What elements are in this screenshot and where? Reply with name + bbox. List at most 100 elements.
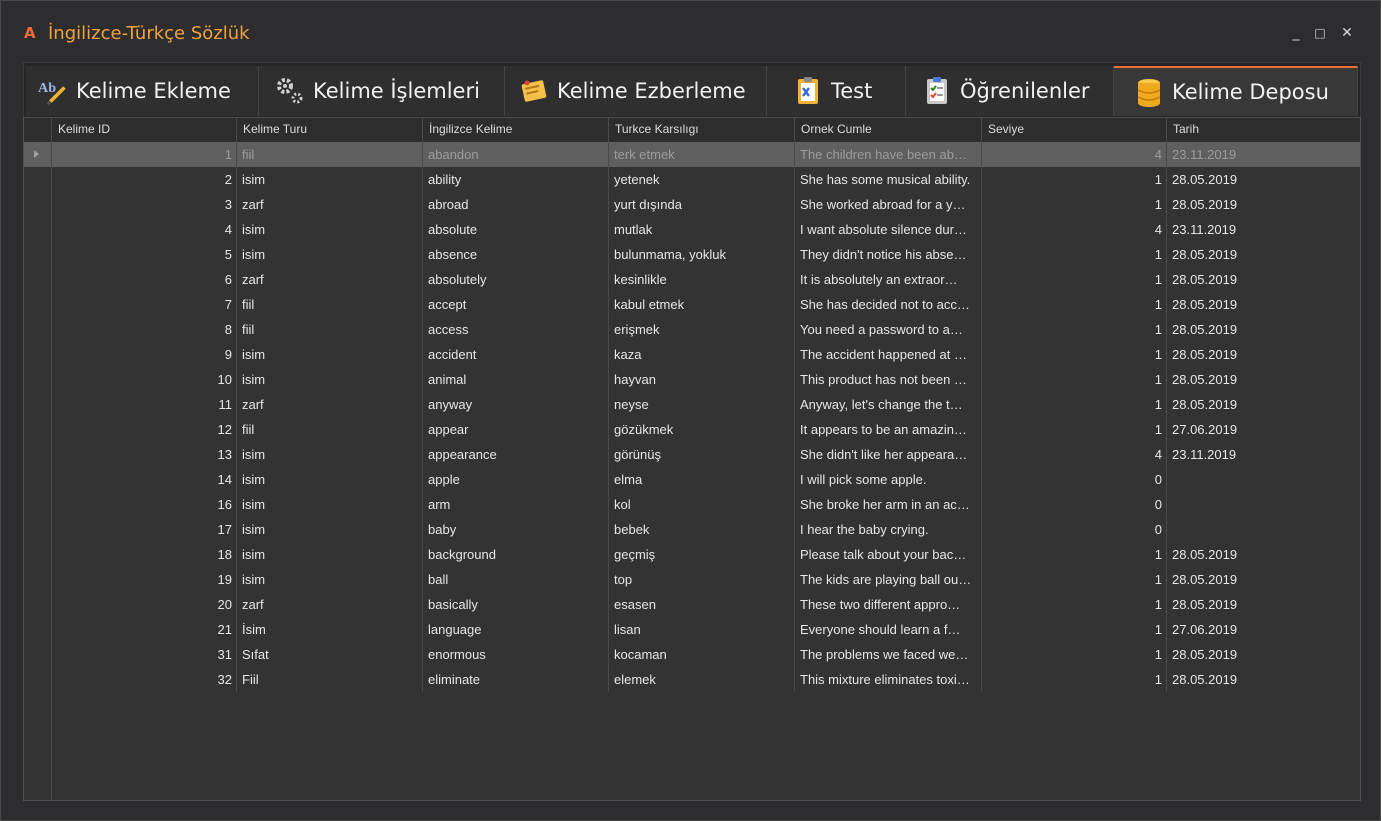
table-cell[interactable]: The accident happened at …	[794, 342, 981, 367]
table-row[interactable]: 4 isim absolute mutlak I want absolute sile…	[24, 217, 1360, 242]
table-cell[interactable]: 1	[981, 542, 1166, 567]
table-cell[interactable]: 28.05.2019	[1166, 392, 1360, 417]
table-cell[interactable]: 17	[51, 517, 236, 542]
table-cell[interactable]: arm	[422, 492, 608, 517]
table-cell[interactable]	[1166, 467, 1360, 492]
table-cell[interactable]: zarf	[236, 192, 422, 217]
table-cell[interactable]: abroad	[422, 192, 608, 217]
tab-kelime-islemleri[interactable]: Kelime İşlemleri	[259, 66, 505, 116]
close-button[interactable]: ✕	[1338, 23, 1356, 43]
table-cell[interactable]: kabul etmek	[608, 292, 794, 317]
column-header[interactable]: Tarih	[1166, 118, 1360, 142]
table-cell[interactable]: ability	[422, 167, 608, 192]
table-cell[interactable]: geçmiş	[608, 542, 794, 567]
table-cell[interactable]: lisan	[608, 617, 794, 642]
table-cell[interactable]: 1	[981, 367, 1166, 392]
table-cell[interactable]: isim	[236, 217, 422, 242]
table-cell[interactable]: elma	[608, 467, 794, 492]
table-cell[interactable]: kol	[608, 492, 794, 517]
table-cell[interactable]: 28.05.2019	[1166, 642, 1360, 667]
table-cell[interactable]: top	[608, 567, 794, 592]
table-cell[interactable]: elemek	[608, 667, 794, 692]
table-row[interactable]: 19 isim ball top The kids are playing ball o…	[24, 567, 1360, 592]
table-cell[interactable]: gözükmek	[608, 417, 794, 442]
table-row[interactable]: 20 zarf basically esasen These two different…	[24, 592, 1360, 617]
tab-kelime-ekleme[interactable]: Ab Kelime Ekleme	[26, 66, 259, 116]
table-cell[interactable]: 23.11.2019	[1166, 142, 1360, 167]
table-cell[interactable]: They didn't notice his abse…	[794, 242, 981, 267]
table-cell[interactable]: 11	[51, 392, 236, 417]
table-cell[interactable]: esasen	[608, 592, 794, 617]
table-cell[interactable]: 18	[51, 542, 236, 567]
table-cell[interactable]: This product has not been …	[794, 367, 981, 392]
table-cell[interactable]: basically	[422, 592, 608, 617]
table-cell[interactable]: fiil	[236, 317, 422, 342]
table-cell[interactable]: fiil	[236, 292, 422, 317]
table-cell[interactable]: background	[422, 542, 608, 567]
table-cell[interactable]: 8	[51, 317, 236, 342]
table-cell[interactable]: language	[422, 617, 608, 642]
table-cell[interactable]: 4	[981, 142, 1166, 167]
table-cell[interactable]: appear	[422, 417, 608, 442]
tab-test[interactable]: Test	[767, 66, 906, 116]
tab-ogrenilenler[interactable]: Öğrenilenler	[906, 66, 1114, 116]
table-cell[interactable]: isim	[236, 567, 422, 592]
table-cell[interactable]: absolute	[422, 217, 608, 242]
table-cell[interactable]: erişmek	[608, 317, 794, 342]
table-cell[interactable]: isim	[236, 367, 422, 392]
table-cell[interactable]: I want absolute silence dur…	[794, 217, 981, 242]
column-header[interactable]: İngilizce Kelime	[422, 118, 608, 142]
table-cell[interactable]: fiil	[236, 417, 422, 442]
table-cell[interactable]: 28.05.2019	[1166, 242, 1360, 267]
table-cell[interactable]: 1	[981, 192, 1166, 217]
table-cell[interactable]: 0	[981, 467, 1166, 492]
table-cell[interactable]: terk etmek	[608, 142, 794, 167]
table-cell[interactable]: hayvan	[608, 367, 794, 392]
table-cell[interactable]: 13	[51, 442, 236, 467]
table-row[interactable]: 5 isim absence bulunmama, yokluk They didn't…	[24, 242, 1360, 267]
table-cell[interactable]: 1	[981, 317, 1166, 342]
table-cell[interactable]: zarf	[236, 392, 422, 417]
title-bar[interactable]: A İngilizce-Türkçe Sözlük _ □ ✕	[1, 1, 1380, 61]
table-cell[interactable]: She worked abroad for a y…	[794, 192, 981, 217]
table-cell[interactable]: 5	[51, 242, 236, 267]
table-cell[interactable]: neyse	[608, 392, 794, 417]
table-row[interactable]: 16 isim arm kol She broke her arm in an ac… 0	[24, 492, 1360, 517]
table-cell[interactable]: absence	[422, 242, 608, 267]
table-cell[interactable]: 0	[981, 517, 1166, 542]
table-row[interactable]: 9 isim accident kaza The accident happened a…	[24, 342, 1360, 367]
table-cell[interactable]: appearance	[422, 442, 608, 467]
table-row[interactable]: 7 fiil accept kabul etmek She has decided no…	[24, 292, 1360, 317]
table-cell[interactable]: isim	[236, 242, 422, 267]
table-cell[interactable]: 23.11.2019	[1166, 217, 1360, 242]
table-row[interactable]: 32 Fiil eliminate elemek This mixture elimi…	[24, 667, 1360, 692]
column-header[interactable]: Ornek Cumle	[794, 118, 981, 142]
table-cell[interactable]: You need a password to a…	[794, 317, 981, 342]
table-cell[interactable]: 1	[981, 567, 1166, 592]
table-cell[interactable]: 16	[51, 492, 236, 517]
table-cell[interactable]: 28.05.2019	[1166, 292, 1360, 317]
table-cell[interactable]: 1	[981, 267, 1166, 292]
table-cell[interactable]: isim	[236, 542, 422, 567]
table-cell[interactable]: 1	[981, 242, 1166, 267]
table-cell[interactable]: 1	[981, 417, 1166, 442]
table-cell[interactable]: ball	[422, 567, 608, 592]
table-cell[interactable]: 28.05.2019	[1166, 367, 1360, 392]
table-cell[interactable]: anyway	[422, 392, 608, 417]
table-cell[interactable]: isim	[236, 442, 422, 467]
table-cell[interactable]: 19	[51, 567, 236, 592]
table-cell[interactable]: 28.05.2019	[1166, 542, 1360, 567]
table-cell[interactable]: 1	[981, 592, 1166, 617]
table-cell[interactable]: isim	[236, 342, 422, 367]
column-header[interactable]: Turkce Karsılıgı	[608, 118, 794, 142]
table-row[interactable]: 21 İsim language lisan Everyone should learn…	[24, 617, 1360, 642]
table-cell[interactable]: mutlak	[608, 217, 794, 242]
table-cell[interactable]: fiil	[236, 142, 422, 167]
table-cell[interactable]: 7	[51, 292, 236, 317]
tab-kelime-deposu[interactable]: Kelime Deposu	[1114, 66, 1358, 116]
table-cell[interactable]: zarf	[236, 592, 422, 617]
table-row[interactable]: 12 fiil appear gözükmek It appears to be an …	[24, 417, 1360, 442]
table-cell[interactable]: access	[422, 317, 608, 342]
table-cell[interactable]: 28.05.2019	[1166, 342, 1360, 367]
table-cell[interactable]: I will pick some apple.	[794, 467, 981, 492]
